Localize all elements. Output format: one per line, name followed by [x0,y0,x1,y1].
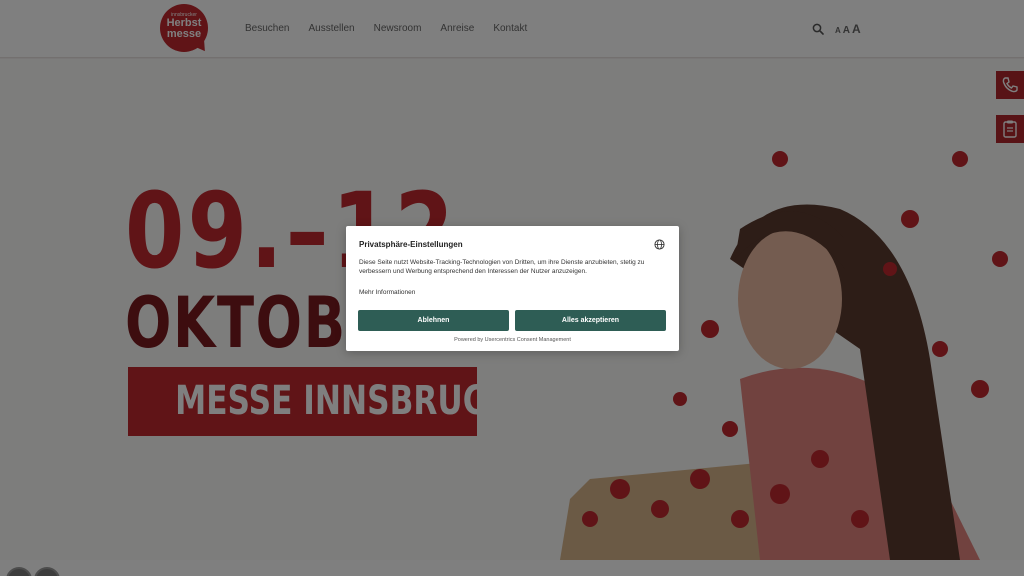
powered-by-text: Powered by Usercentrics Consent Manageme… [454,337,571,343]
globe-icon[interactable] [654,239,665,250]
accept-all-button[interactable]: Alles akzeptieren [515,310,666,331]
consent-description: Diese Seite nutzt Website-Tracking-Techn… [359,259,645,275]
more-info-link[interactable]: Mehr Informationen [359,289,415,296]
consent-title: Privatsphäre-Einstellungen [359,240,463,249]
consent-dialog: Privatsphäre-Einstellungen Diese Seite n… [346,226,679,351]
deny-button[interactable]: Ablehnen [358,310,509,331]
